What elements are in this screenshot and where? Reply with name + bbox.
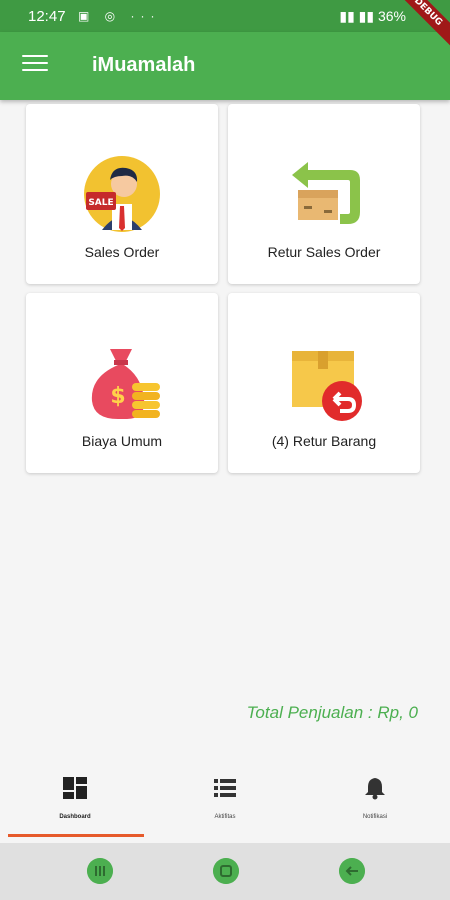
salesman-icon: SALE <box>84 156 160 232</box>
list-icon <box>214 779 236 797</box>
nav-label: Notifikasi <box>362 814 388 820</box>
nav-label: Aktifitas <box>214 814 236 820</box>
status-time: 12:47 <box>28 8 66 25</box>
total-penjualan: Total Penjualan : Rp, 0 <box>246 703 418 722</box>
nav-aktifitas[interactable]: Aktifitas <box>150 760 300 840</box>
dashboard-icon <box>63 777 87 799</box>
notification-icons: ▣ ◎ ··· <box>78 9 161 23</box>
card-retur-barang[interactable]: (4) Retur Barang <box>228 293 420 473</box>
card-label: Retur Sales Order <box>267 244 381 260</box>
card-biaya-umum[interactable]: $ Biaya Umum <box>26 293 218 473</box>
return-box-icon <box>292 162 360 224</box>
card-sales-order[interactable]: SALE Sales Order <box>26 104 218 284</box>
app-bar: iMuamalah <box>0 32 450 100</box>
card-label: (4) Retur Barang <box>271 433 377 449</box>
active-tab-indicator <box>8 834 144 837</box>
nav-notifikasi[interactable]: Notifikasi <box>300 760 450 840</box>
signal-icon: ▮▮ ▮▮ <box>339 8 378 24</box>
card-label: Biaya Umum <box>81 433 163 449</box>
system-navigation-bar <box>0 843 450 900</box>
menu-icon[interactable] <box>22 55 48 75</box>
sale-badge: SALE <box>88 198 113 208</box>
card-retur-sales-order[interactable]: Retur Sales Order <box>228 104 420 284</box>
nav-dashboard[interactable]: Dashboard <box>0 760 150 840</box>
back-icon[interactable] <box>339 858 365 884</box>
home-icon[interactable] <box>213 858 239 884</box>
box-return-icon <box>292 351 362 421</box>
dollar-sign: $ <box>110 384 125 409</box>
nav-label: Dashboard <box>59 814 91 820</box>
bell-icon <box>365 778 385 800</box>
app-title: iMuamalah <box>92 54 196 76</box>
card-label: Sales Order <box>84 244 160 260</box>
money-bag-icon: $ <box>91 349 160 419</box>
status-right: ▮▮ ▮▮ 36% <box>339 8 406 25</box>
bottom-navigation: Dashboard Aktifitas Notifikasi <box>0 760 450 840</box>
status-bar: 12:47 ▣ ◎ ··· ▮▮ ▮▮ 36% <box>0 0 450 32</box>
battery-level: 36% <box>377 8 406 24</box>
recents-icon[interactable] <box>87 858 113 884</box>
